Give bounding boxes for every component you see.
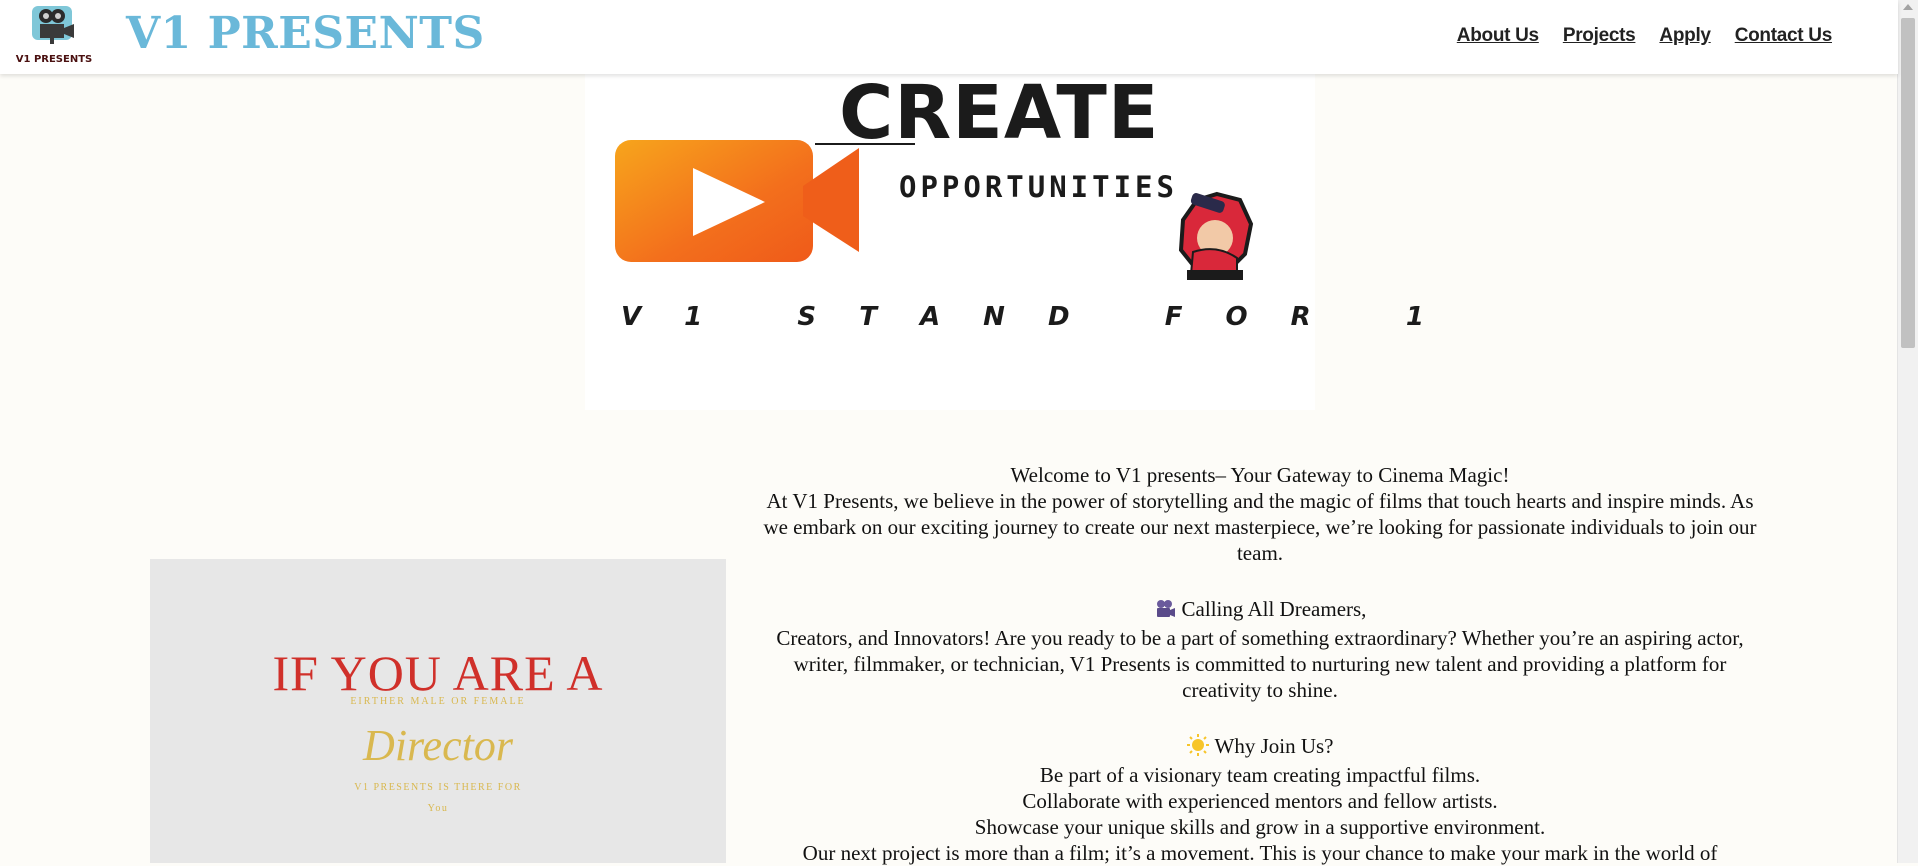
scroll-thumb[interactable] [1901, 18, 1915, 348]
nav-contact-us[interactable]: Contact Us [1735, 25, 1833, 47]
why-item-1: Be part of a visionary team creating imp… [1039, 763, 1481, 787]
poster-caption-you: You [427, 803, 449, 814]
scroll-up-arrow-icon[interactable] [1903, 4, 1913, 10]
hero-banner: CREATE OPPORTUNITIES V 1 S T A N D F O R… [585, 70, 1424, 410]
poster-caption: V1 PRESENTS IS THERE FOR [354, 782, 522, 793]
welcome-body: At V1 Presents, we believe in the power … [763, 489, 1757, 565]
nav-projects[interactable]: Projects [1563, 25, 1636, 47]
poster-subheading: EIRTHER MALE OR FEMALE [350, 696, 526, 707]
video-camera-icon [615, 140, 859, 262]
closing-text: Our next project is more than a film; it… [802, 841, 1718, 865]
logo-text: V1 PRESENTS [15, 54, 93, 65]
site-header: V1 PRESENTS V1 PRESENTS About Us Project… [0, 0, 1898, 74]
movie-camera-icon [1154, 599, 1176, 625]
filmmaker-mascot-icon [1178, 191, 1254, 280]
welcome-title: Welcome to V1 presents– Your Gateway to … [1010, 463, 1510, 487]
brand-title[interactable]: V1 PRESENTS [126, 8, 485, 59]
hero-title: CREATE [839, 70, 1160, 156]
calling-heading: Calling All Dreamers, [762, 596, 1758, 625]
calling-body: Creators, and Innovators! Are you ready … [776, 626, 1744, 702]
why-item-2: Collaborate with experienced mentors and… [1022, 789, 1498, 813]
calling-title: Calling All Dreamers, [1181, 597, 1367, 621]
poster-role: Director [363, 721, 513, 770]
page-scrollbar[interactable] [1897, 0, 1918, 863]
intro-content: Welcome to V1 presents– Your Gateway to … [762, 462, 1758, 866]
why-title: Why Join Us? [1214, 734, 1334, 758]
why-item-3: Showcase your unique skills and grow in … [974, 815, 1546, 839]
main-nav: About Us Projects Apply Contact Us [1457, 25, 1833, 47]
site-logo[interactable]: V1 PRESENTS [14, 4, 94, 68]
why-heading: Why Join Us? [762, 733, 1758, 762]
director-poster: IF YOU ARE A EIRTHER MALE OR FEMALE Dire… [150, 559, 726, 863]
nav-apply[interactable]: Apply [1659, 25, 1711, 47]
poster-heading: IF YOU ARE A [272, 645, 604, 701]
nav-about-us[interactable]: About Us [1457, 25, 1539, 47]
sun-icon [1186, 734, 1209, 762]
hero-tagline: V 1 S T A N D F O R 1 [621, 302, 1441, 332]
hero-subtitle: OPPORTUNITIES [899, 170, 1178, 204]
